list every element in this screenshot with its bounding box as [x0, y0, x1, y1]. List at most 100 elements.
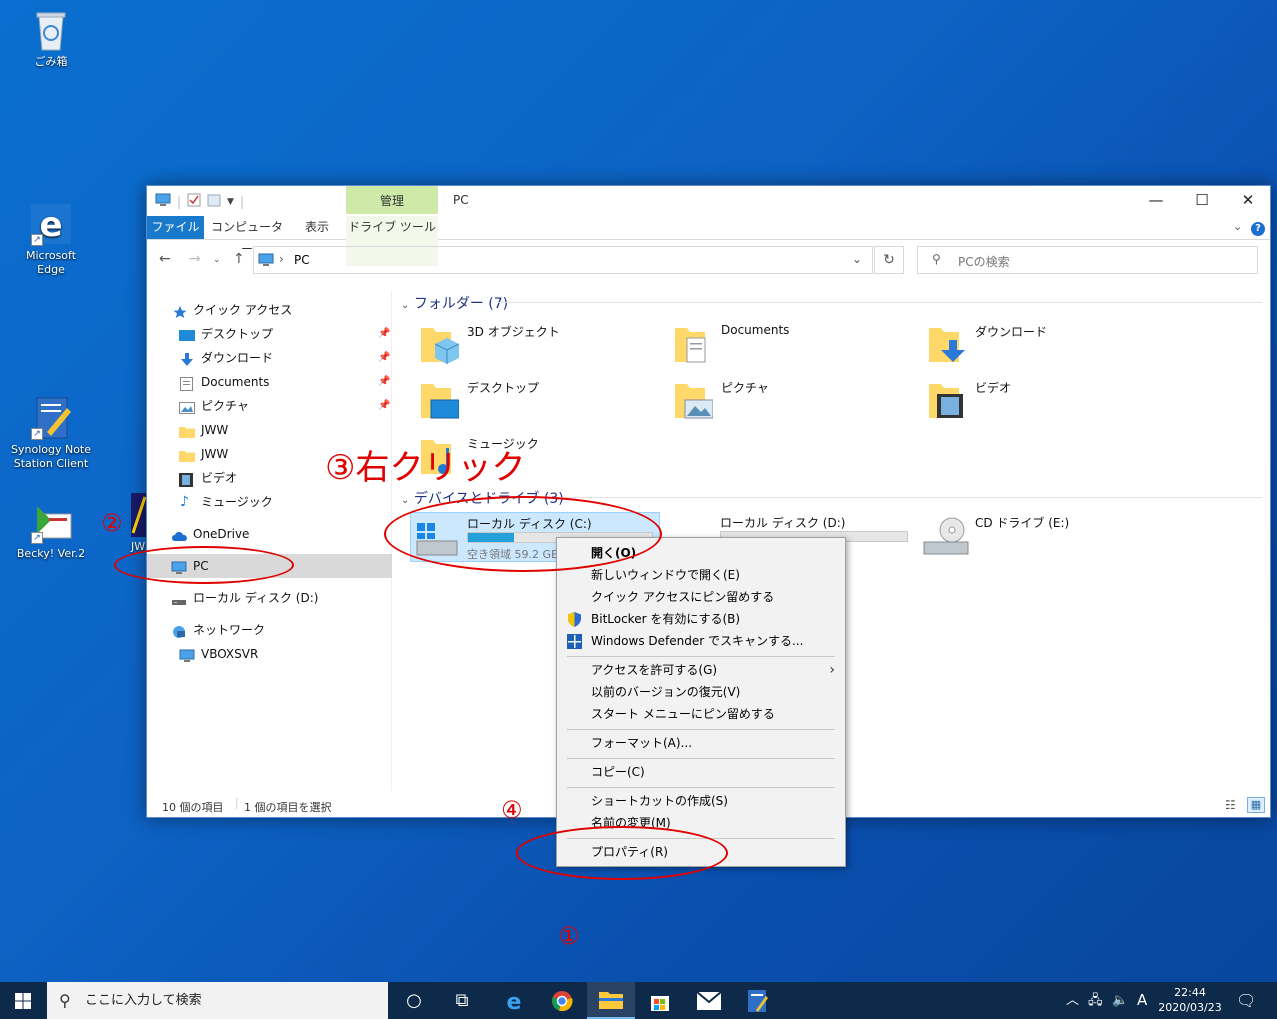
search-placeholder: PCの検索 [958, 255, 1010, 269]
menu-item-give-access[interactable]: アクセスを許可する(G) › [557, 659, 845, 681]
desktop-icon-label: ごみ箱 [34, 55, 68, 68]
computer-icon[interactable] [155, 193, 171, 210]
title-bar[interactable]: | ▼ | 管理 PC — ☐ ✕ [147, 186, 1270, 216]
nav-desktop[interactable]: デスクトップ 📌 [147, 322, 392, 346]
selection-count: 1 個の項目を選択 [244, 801, 332, 814]
folder-videos[interactable]: ビデオ [929, 376, 1149, 424]
pin-icon[interactable]: 📌 [378, 394, 390, 418]
details-view-icon[interactable]: ☷ [1225, 798, 1236, 812]
tiles-view-icon[interactable]: ▦ [1247, 797, 1265, 813]
folder-documents[interactable]: Documents [675, 320, 895, 368]
back-button[interactable]: ← [159, 251, 171, 267]
desktop-folder-icon [421, 384, 459, 419]
volume-icon[interactable]: 🔈 [1112, 982, 1128, 1019]
nav-jww-1[interactable]: JWW [147, 418, 392, 442]
menu-item-create-shortcut[interactable]: ショートカットの作成(S) [557, 790, 845, 812]
start-button[interactable] [0, 982, 46, 1019]
clock[interactable]: 22:44 2020/03/23 [1155, 985, 1225, 1015]
drive-e[interactable]: CD ドライブ (E:) [922, 512, 1142, 562]
search-input[interactable]: ⚲ PCの検索 [917, 246, 1258, 274]
cloud-icon [171, 527, 187, 541]
annotation-step1: ① [558, 922, 580, 950]
nav-label: ビデオ [201, 471, 238, 485]
show-hidden-icons-icon[interactable]: ︿ [1066, 982, 1079, 1019]
forward-button[interactable]: → [189, 251, 201, 267]
menu-item-copy[interactable]: コピー(C) [557, 761, 845, 783]
breadcrumb-chevron-icon: › [279, 252, 284, 266]
taskbar-edge-icon[interactable]: e [490, 982, 538, 1019]
annotation-step3: ③右クリック [325, 448, 526, 488]
menu-separator [567, 787, 835, 788]
nav-quick-access[interactable]: クイック アクセス [147, 298, 392, 322]
taskbar-search-input[interactable]: ⚲ ここに入力して検索 [47, 982, 388, 1019]
folders-group-header[interactable]: ⌄ フォルダー (7) [401, 293, 508, 313]
folder-pictures[interactable]: ピクチャ [675, 376, 895, 424]
nav-documents[interactable]: Documents 📌 [147, 370, 392, 394]
documents-folder-icon [675, 328, 706, 363]
annotation-step4: ④ [501, 796, 523, 824]
help-icon[interactable]: ? [1251, 222, 1265, 236]
desktop-icon-becky[interactable]: ↗ Becky! Ver.2 [11, 500, 91, 561]
menu-item-open-new-window[interactable]: 新しいウィンドウで開く(E) [557, 564, 845, 586]
new-folder-icon[interactable] [207, 193, 221, 210]
chrome-icon[interactable] [538, 982, 586, 1019]
action-center-icon[interactable]: 🗨 [1236, 982, 1256, 1019]
minimize-button[interactable]: — [1133, 186, 1179, 216]
ribbon-expand-icon[interactable]: ⌄ [1233, 220, 1242, 233]
address-dropdown-icon[interactable]: ⌄ [852, 252, 862, 266]
recent-locations-icon[interactable]: ⌄ [213, 255, 221, 265]
nav-downloads[interactable]: ダウンロード 📌 [147, 346, 392, 370]
close-button[interactable]: ✕ [1225, 186, 1271, 216]
taskbar-note-station-icon[interactable] [734, 982, 782, 1019]
pin-icon[interactable]: 📌 [378, 322, 390, 346]
menu-separator [567, 729, 835, 730]
nav-local-disk-d[interactable]: ローカル ディスク (D:) [147, 586, 392, 610]
folder-desktop[interactable]: デスクトップ [421, 376, 641, 424]
store-icon[interactable] [636, 982, 684, 1019]
folder-3d-objects[interactable]: 3D オブジェクト [421, 320, 641, 368]
qat-dropdown-icon[interactable]: ▼ [227, 197, 234, 207]
document-icon [180, 375, 195, 391]
menu-item-defender-scan[interactable]: Windows Defender でスキャンする... [557, 630, 845, 652]
ime-indicator[interactable]: A [1137, 982, 1147, 1019]
task-view-icon[interactable]: ⧉ [438, 982, 486, 1019]
tab-file[interactable]: ファイル [147, 216, 204, 239]
folder-downloads[interactable]: ダウンロード [929, 320, 1149, 368]
mail-icon[interactable] [685, 982, 733, 1019]
tab-computer[interactable]: コンピューター [209, 216, 285, 256]
nav-vboxsvr[interactable]: VBOXSVR [147, 642, 392, 666]
nav-network[interactable]: ネットワーク [147, 618, 392, 642]
manage-tab[interactable]: 管理 [346, 186, 438, 214]
maximize-button[interactable]: ☐ [1179, 186, 1225, 216]
network-status-icon[interactable]: 🖧 [1088, 982, 1103, 1019]
taskbar: ⚲ ここに入力して検索 ○ ⧉ e ︿ 🖧 🔈 A 22:44 2020/03/… [0, 982, 1277, 1019]
desktop-icon-edge[interactable]: e ↗ Microsoft Edge [11, 202, 91, 277]
pin-icon[interactable]: 📌 [378, 370, 390, 394]
refresh-button[interactable]: ↻ [874, 246, 904, 274]
folder-label: ピクチャ [721, 381, 769, 395]
desktop-icon-recycle-bin[interactable]: ごみ箱 [11, 8, 91, 69]
nav-music[interactable]: ♪ ミュージック [147, 490, 392, 514]
cortana-icon[interactable]: ○ [390, 982, 438, 1019]
file-explorer-icon[interactable] [587, 982, 635, 1019]
window-title: PC [453, 193, 469, 207]
nav-pictures[interactable]: ピクチャ 📌 [147, 394, 392, 418]
videos-folder-icon [929, 384, 963, 418]
up-button[interactable]: ↑ [233, 251, 245, 267]
menu-separator [567, 656, 835, 657]
desktop-icon-note-station[interactable]: ↗ Synology Note Station Client [11, 396, 91, 471]
group-divider [497, 302, 1262, 303]
address-bar[interactable]: › PC ⌄ [253, 246, 873, 274]
nav-label: Documents [201, 375, 270, 389]
menu-item-pin-start[interactable]: スタート メニューにピン留めする [557, 703, 845, 725]
nav-onedrive[interactable]: OneDrive [147, 522, 392, 546]
menu-item-restore-versions[interactable]: 以前のバージョンの復元(V) [557, 681, 845, 703]
menu-item-bitlocker[interactable]: BitLocker を有効にする(B) [557, 608, 845, 630]
nav-label: ローカル ディスク (D:) [193, 591, 319, 605]
menu-item-format[interactable]: フォーマット(A)... [557, 732, 845, 754]
properties-icon[interactable] [187, 193, 201, 210]
nav-label: ダウンロード [201, 351, 274, 365]
menu-item-pin-quick-access[interactable]: クイック アクセスにピン留めする [557, 586, 845, 608]
tab-view[interactable]: 表示 [297, 216, 337, 239]
pin-icon[interactable]: 📌 [378, 346, 390, 370]
